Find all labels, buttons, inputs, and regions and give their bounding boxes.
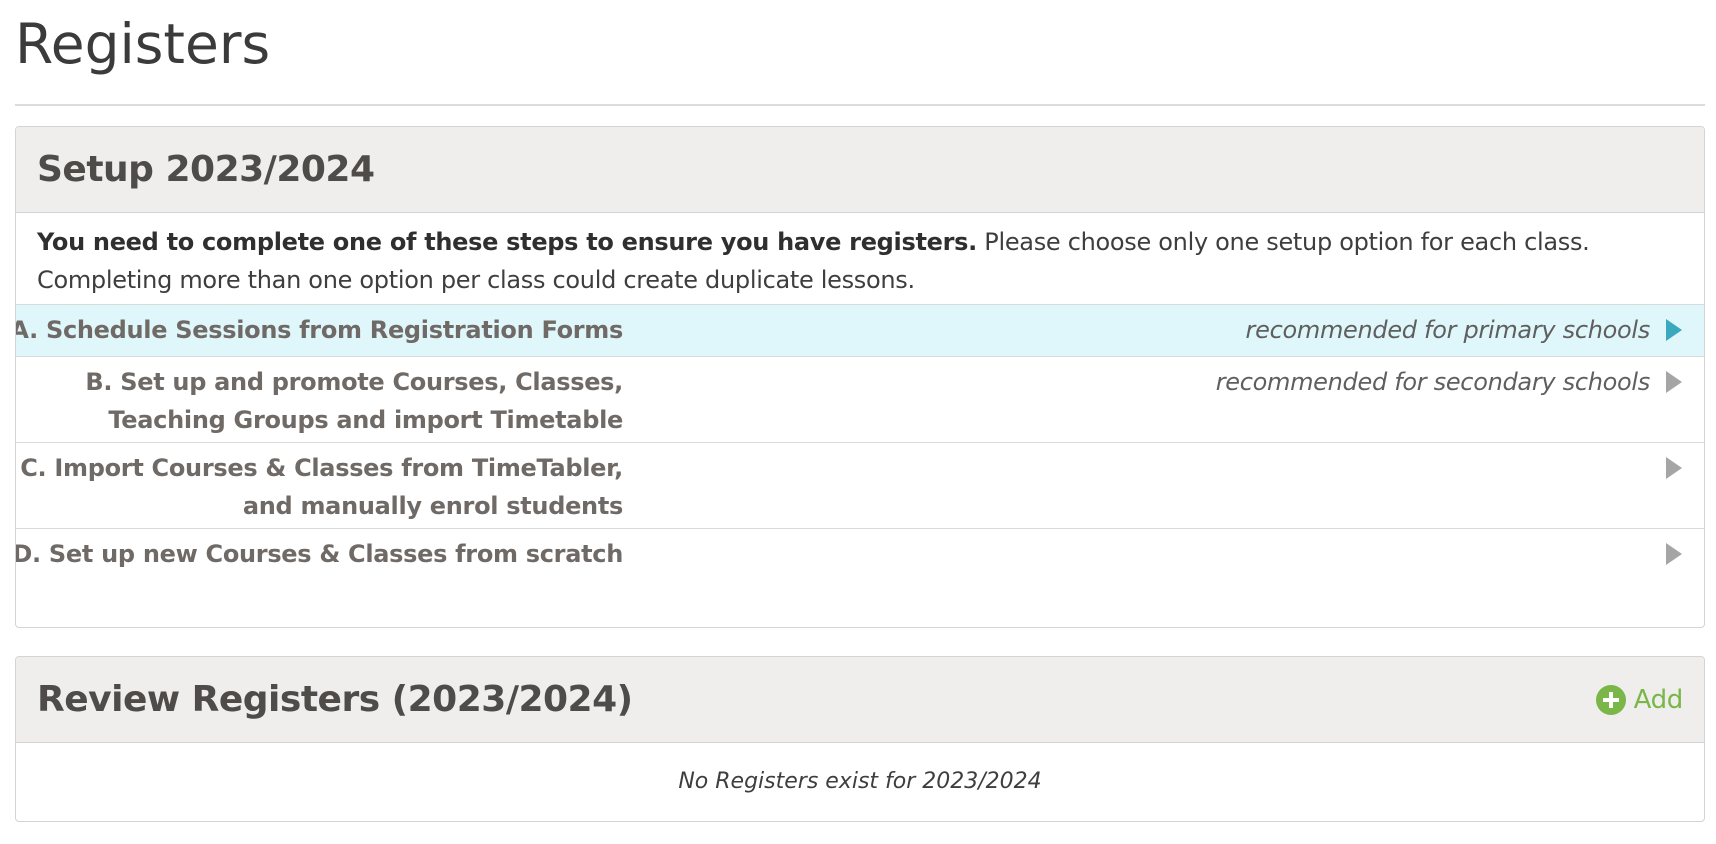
setup-option-d[interactable]: D. Set up new Courses & Classes from scr…	[15, 528, 1704, 627]
option-label-line: D. Set up new Courses & Classes from scr…	[15, 540, 623, 568]
chevron-right-icon	[1666, 319, 1682, 341]
option-label: C. Import Courses & Classes from TimeTab…	[20, 449, 623, 525]
option-note: recommended for secondary schools	[1215, 368, 1651, 396]
add-register-button[interactable]: Add	[1595, 683, 1684, 717]
option-label-line: Teaching Groups and import Timetable	[108, 406, 623, 434]
chevron-right-icon	[1666, 543, 1682, 565]
review-panel-header: Review Registers (2023/2024) Add	[16, 657, 1704, 743]
setup-option-a[interactable]: A. Schedule Sessions from Registration F…	[16, 304, 1704, 356]
option-label-line: and manually enrol students	[242, 492, 623, 520]
chevron-right-icon	[1666, 457, 1682, 479]
empty-registers-message: No Registers exist for 2023/2024	[678, 769, 1042, 794]
setup-intro-strong: You need to complete one of these steps …	[37, 228, 977, 256]
option-note: recommended for primary schools	[1245, 316, 1651, 344]
setup-option-b[interactable]: B. Set up and promote Courses, Classes, …	[16, 356, 1704, 442]
title-divider	[15, 104, 1705, 106]
setup-intro: You need to complete one of these steps …	[37, 223, 1687, 299]
review-panel: Review Registers (2023/2024) Add No Regi…	[15, 656, 1705, 822]
setup-panel-title: Setup 2023/2024	[37, 149, 375, 190]
option-label: D. Set up new Courses & Classes from scr…	[15, 535, 623, 573]
option-label-line: A. Schedule Sessions from Registration F…	[15, 316, 623, 344]
review-panel-title: Review Registers (2023/2024)	[37, 679, 633, 720]
setup-panel: Setup 2023/2024 You need to complete one…	[15, 126, 1705, 628]
page-title: Registers	[15, 12, 271, 76]
chevron-right-icon	[1666, 371, 1682, 393]
option-label: A. Schedule Sessions from Registration F…	[15, 311, 623, 349]
option-label: B. Set up and promote Courses, Classes, …	[85, 363, 623, 439]
add-button-label: Add	[1633, 685, 1684, 715]
option-label-line: B. Set up and promote Courses, Classes,	[85, 368, 623, 396]
setup-panel-header: Setup 2023/2024	[16, 127, 1704, 213]
plus-circle-icon	[1595, 685, 1626, 715]
setup-option-c[interactable]: C. Import Courses & Classes from TimeTab…	[16, 442, 1704, 528]
option-label-line: C. Import Courses & Classes from TimeTab…	[20, 454, 623, 482]
